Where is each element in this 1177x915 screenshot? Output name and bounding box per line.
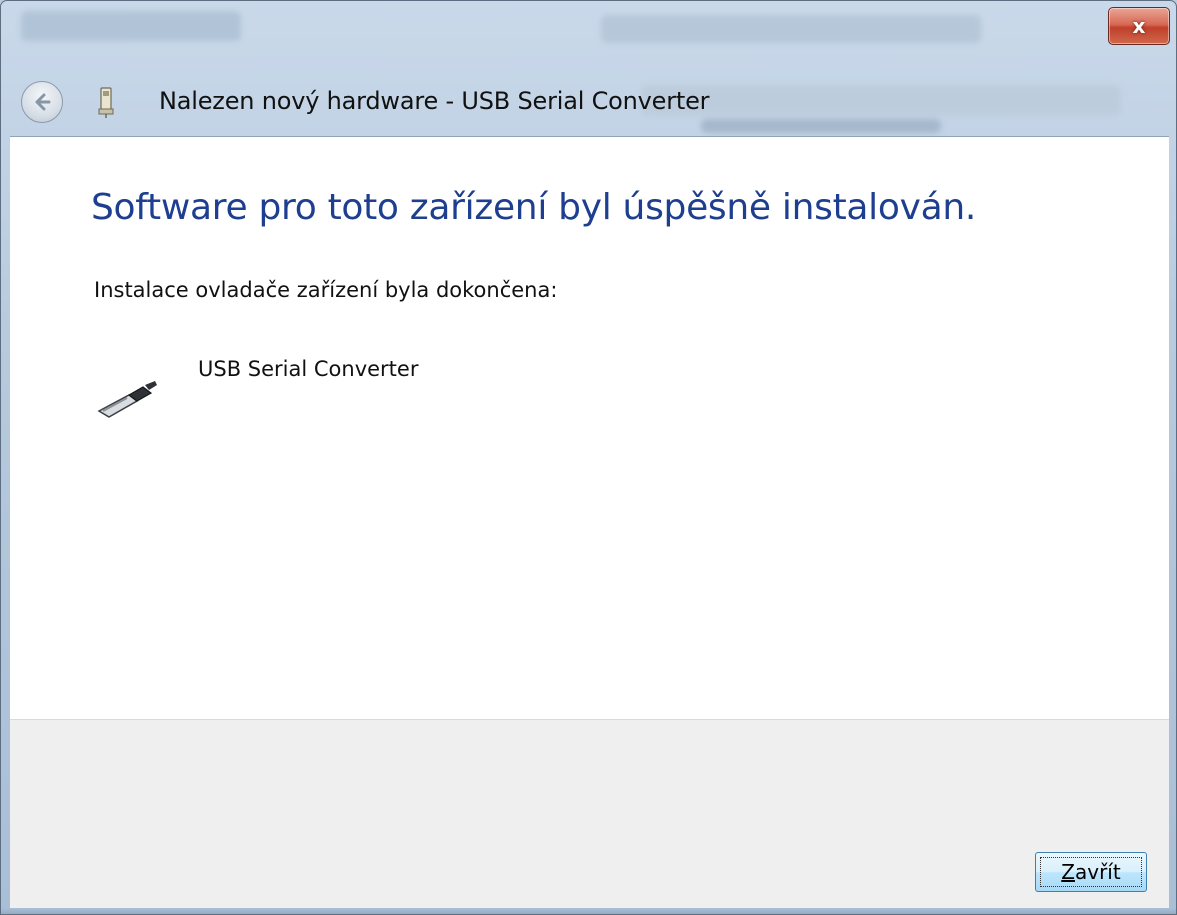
- button-bar: Zavřít: [10, 719, 1169, 909]
- title-bar: x Nalezen nový hardware - USB Serial Con…: [1, 1, 1176, 136]
- window-frame-bottom: [1, 908, 1176, 914]
- device-name: USB Serial Converter: [198, 357, 419, 381]
- hardware-wizard-icon: [98, 87, 114, 118]
- usb-plug-icon: [97, 381, 157, 418]
- close-icon: x: [1132, 14, 1146, 38]
- back-arrow-icon: [35, 93, 51, 111]
- dialog-window: x Nalezen nový hardware - USB Serial Con…: [0, 0, 1177, 915]
- close-button-mnemonic: Z: [1061, 860, 1075, 884]
- back-button[interactable]: [21, 81, 63, 123]
- page-title: Software pro toto zařízení byl úspěšně i…: [91, 187, 977, 228]
- content-pane: Software pro toto zařízení byl úspěšně i…: [10, 136, 1169, 719]
- close-button-label: Zavřít: [1061, 860, 1120, 884]
- window-title: Nalezen nový hardware - USB Serial Conve…: [159, 87, 710, 115]
- instructions-text: Instalace ovladače zařízení byla dokonče…: [94, 278, 558, 302]
- window-close-button[interactable]: x: [1108, 7, 1170, 45]
- close-button[interactable]: Zavřít: [1035, 852, 1147, 892]
- close-button-label-rest: avřít: [1074, 860, 1121, 884]
